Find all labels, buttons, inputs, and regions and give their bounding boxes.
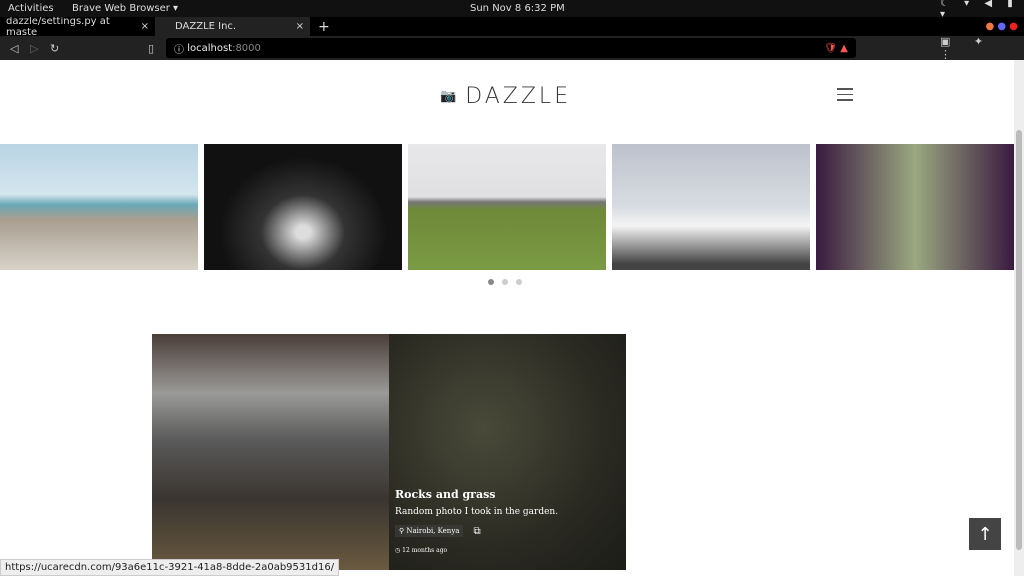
tab-title: DAZZLE Inc. bbox=[175, 21, 237, 32]
url-port: :8000 bbox=[232, 42, 261, 54]
close-icon[interactable]: × bbox=[141, 21, 149, 32]
photo-card-rocks[interactable]: Rocks and grass Random photo I took in t… bbox=[389, 334, 626, 570]
tab-dazzle[interactable]: DAZZLE Inc. × bbox=[155, 17, 310, 36]
carousel-image-pier[interactable] bbox=[0, 144, 198, 270]
scroll-to-top-button[interactable]: ↑ bbox=[969, 518, 1001, 550]
carousel-image-path[interactable] bbox=[408, 144, 606, 270]
clock[interactable]: Sun Nov 8 6:32 PM bbox=[470, 3, 565, 14]
tab-title: dazzle/settings.py at maste bbox=[6, 15, 110, 38]
address-bar[interactable]: ⓘ localhost:8000 🛡 ▲ bbox=[166, 38, 856, 58]
carousel-image-mountains[interactable] bbox=[612, 144, 810, 270]
reload-icon[interactable]: ↻ bbox=[50, 42, 59, 55]
tab-bar: dazzle/settings.py at maste × DAZZLE Inc.… bbox=[0, 15, 1024, 38]
forward-icon[interactable]: ▷ bbox=[30, 42, 38, 55]
new-tab-button[interactable]: + bbox=[310, 19, 330, 35]
site-logo[interactable]: 📷 DAZZLE bbox=[440, 84, 571, 109]
photo-card-office[interactable] bbox=[152, 334, 389, 570]
carousel-image-canal[interactable] bbox=[816, 144, 1014, 270]
tab-github[interactable]: dazzle/settings.py at maste × bbox=[0, 15, 155, 38]
carousel-image-tree-tunnel[interactable] bbox=[204, 144, 402, 270]
card-caption: Rocks and grass Random photo I took in t… bbox=[395, 488, 558, 554]
card-time: ◷ 12 months ago bbox=[395, 547, 448, 554]
status-bar-url: https://ucarecdn.com/93a6e11c-3921-41a8-… bbox=[0, 559, 340, 576]
logo-text: DAZZLE bbox=[465, 84, 572, 109]
close-icon[interactable]: × bbox=[296, 21, 304, 32]
scrollbar[interactable] bbox=[1014, 60, 1024, 576]
back-icon[interactable]: ◁ bbox=[10, 42, 18, 55]
page-content: 📷 DAZZLE Rocks and grass Random photo I t… bbox=[0, 60, 1014, 576]
info-icon: ⓘ bbox=[174, 44, 188, 56]
os-topbar: Activities Brave Web Browser ▾ Sun Nov 8… bbox=[0, 0, 1024, 20]
app-menu[interactable]: Brave Web Browser ▾ bbox=[72, 3, 178, 14]
activities-button[interactable]: Activities bbox=[8, 3, 54, 14]
carousel-dot[interactable] bbox=[516, 279, 522, 285]
time-text: 12 months ago bbox=[402, 547, 448, 554]
hamburger-menu-icon[interactable] bbox=[837, 88, 853, 105]
card-title: Rocks and grass bbox=[395, 488, 496, 501]
carousel-dot[interactable] bbox=[488, 279, 494, 285]
carousel-dot[interactable] bbox=[502, 279, 508, 285]
scrollbar-thumb[interactable] bbox=[1016, 130, 1022, 550]
camera-icon: 📷 bbox=[440, 89, 460, 104]
brave-shield-icon[interactable]: 🛡 ▲ bbox=[824, 43, 848, 54]
copy-icon[interactable]: ⧉ bbox=[473, 526, 480, 537]
extension-icons[interactable]: ▣ ✦ ⋮ bbox=[940, 35, 1024, 61]
window-controls[interactable]: ● ● ● bbox=[985, 21, 1018, 32]
bookmark-icon[interactable]: ▯ bbox=[148, 42, 154, 55]
location-tag[interactable]: ⚲ Nairobi, Kenya bbox=[395, 525, 464, 537]
carousel-dots bbox=[488, 279, 522, 285]
navigation-bar: ◁ ▷ ↻ ▯ ⓘ localhost:8000 🛡 ▲ ▣ ✦ ⋮ bbox=[0, 35, 1024, 61]
system-tray-icons[interactable]: ☾ ▾ ◀ ▮ ▾ bbox=[940, 0, 1024, 20]
card-description: Random photo I took in the garden. bbox=[395, 507, 559, 517]
url-host: localhost bbox=[187, 42, 233, 54]
location-text: Nairobi, Kenya bbox=[406, 527, 460, 535]
